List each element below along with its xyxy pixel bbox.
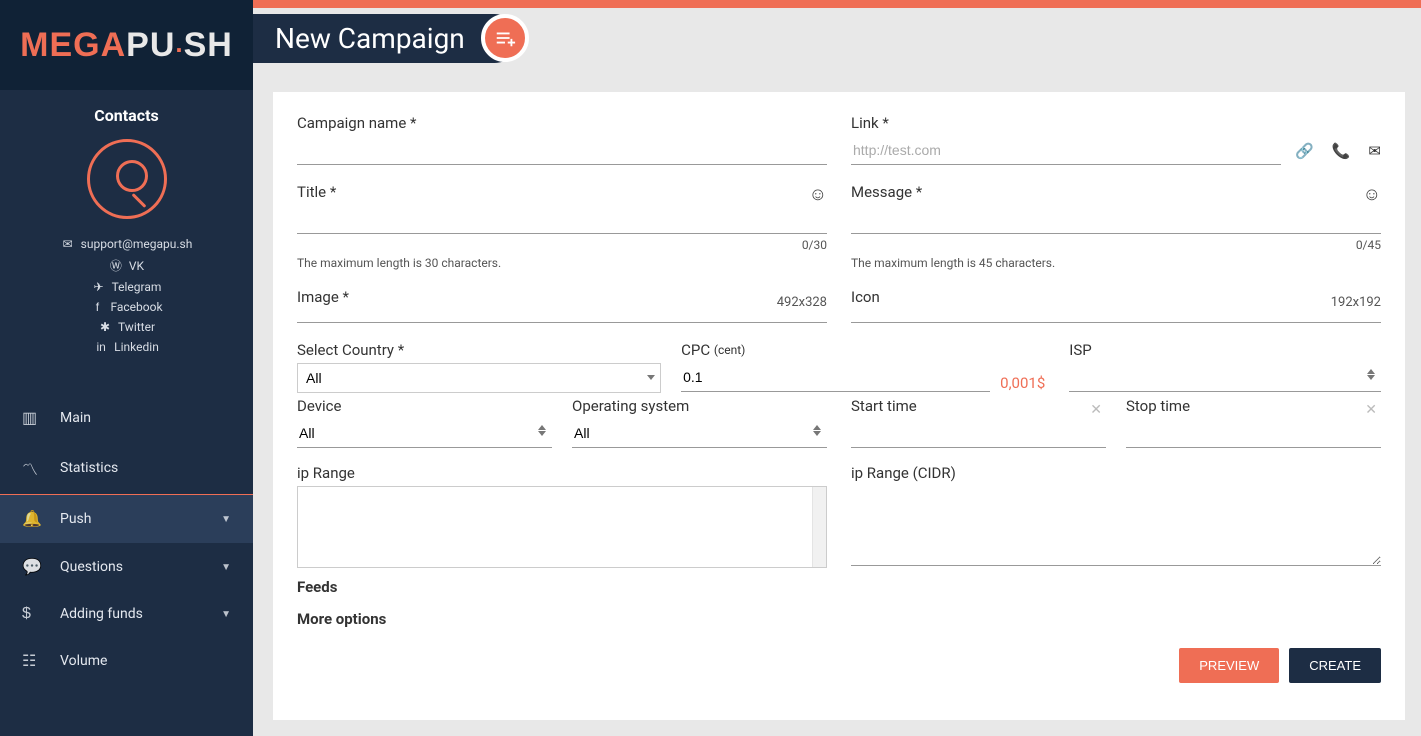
ip-range-cidr-label: ip Range (CIDR) — [851, 464, 1381, 482]
feeds-heading[interactable]: Feeds — [297, 578, 1381, 596]
page-header: New Campaign — [253, 8, 1421, 68]
avatar-icon — [87, 139, 167, 219]
chevron-down-icon: ▼ — [221, 562, 231, 573]
image-dim: 492x328 — [777, 295, 827, 310]
telegram-icon: ✈ — [92, 280, 106, 294]
country-select[interactable]: All — [297, 363, 661, 393]
contact-facebook[interactable]: f Facebook — [10, 300, 243, 314]
contacts-block: Contacts ✉ support@megapu.sh Ⓦ VK ✈ Tele… — [0, 90, 253, 384]
country-label: Select Country * — [297, 341, 661, 359]
bar-chart-icon: ▥ — [22, 408, 44, 428]
stop-time-input[interactable] — [1126, 419, 1381, 448]
smile-icon[interactable]: ☺ — [809, 184, 827, 205]
top-accent-bar — [253, 0, 1421, 8]
nav-statistics[interactable]: 〽 Statistics — [0, 442, 253, 494]
title-help: The maximum length is 30 characters. — [297, 256, 827, 270]
ip-range-textarea[interactable] — [298, 487, 812, 567]
ip-range-label: ip Range — [297, 464, 827, 482]
chevron-down-icon: ▼ — [221, 514, 231, 525]
device-label: Device — [297, 397, 552, 415]
nav-questions[interactable]: 💬 Questions ▼ — [0, 543, 253, 591]
icon-label: Icon — [851, 288, 880, 306]
trend-icon: 〽 — [22, 456, 44, 480]
nav-volume[interactable]: ☷ Volume — [0, 637, 253, 685]
start-time-label: Start time — [851, 397, 1106, 415]
message-label: Message * — [851, 183, 922, 201]
scrollbar[interactable] — [812, 487, 826, 567]
campaign-name-input[interactable] — [297, 136, 827, 165]
contact-vk[interactable]: Ⓦ VK — [10, 257, 243, 274]
message-help: The maximum length is 45 characters. — [851, 256, 1381, 270]
cpc-label: CPC (cent) — [681, 341, 1045, 359]
nav-main[interactable]: ▥ Main — [0, 394, 253, 442]
main: New Campaign Campaign name * Link * — [253, 0, 1421, 736]
link-input[interactable] — [851, 136, 1281, 165]
vk-icon: Ⓦ — [109, 257, 123, 274]
form-card: Campaign name * Link * 🔗 📞 ✉ — [273, 92, 1405, 720]
device-select[interactable]: All — [297, 419, 552, 448]
mail-icon: ✉ — [61, 237, 75, 251]
chevron-down-icon: ▼ — [221, 609, 231, 620]
contact-twitter[interactable]: ✱ Twitter — [10, 320, 243, 334]
dollar-icon: $ — [22, 605, 44, 623]
phone-icon[interactable]: 📞 — [1332, 142, 1351, 160]
logo[interactable]: MEGAPU.SH — [0, 0, 253, 90]
contact-linkedin[interactable]: in Linkedin — [10, 340, 243, 354]
icon-dim: 192x192 — [1331, 295, 1381, 310]
isp-select[interactable] — [1069, 363, 1381, 392]
bell-icon: 🔔 — [22, 509, 44, 529]
nav-push[interactable]: 🔔 Push ▼ — [0, 494, 253, 543]
logo-sh: SH — [184, 26, 233, 64]
os-label: Operating system — [572, 397, 827, 415]
message-input[interactable] — [851, 205, 1381, 234]
new-campaign-icon — [481, 14, 529, 62]
message-counter: 0/45 — [851, 238, 1381, 252]
chat-icon: 💬 — [22, 557, 44, 577]
nav-adding-funds[interactable]: $ Adding funds ▼ — [0, 591, 253, 637]
sidebar: MEGAPU.SH Contacts ✉ support@megapu.sh Ⓦ… — [0, 0, 253, 736]
envelope-icon[interactable]: ✉ — [1368, 142, 1381, 160]
stop-time-label: Stop time — [1126, 397, 1381, 415]
preview-button[interactable]: PREVIEW — [1179, 648, 1279, 683]
contacts-title: Contacts — [10, 106, 243, 125]
clear-start-icon[interactable]: ✕ — [1090, 401, 1102, 418]
create-button[interactable]: CREATE — [1289, 648, 1381, 683]
icon-upload[interactable] — [851, 310, 1381, 323]
image-upload[interactable] — [297, 310, 827, 323]
smile-icon[interactable]: ☺ — [1363, 184, 1381, 205]
contact-telegram[interactable]: ✈ Telegram — [10, 280, 243, 294]
linkedin-icon: in — [94, 340, 108, 354]
ip-range-cidr-textarea[interactable] — [851, 486, 1381, 566]
cpc-floor: 0,001$ — [1000, 374, 1045, 392]
more-options-heading[interactable]: More options — [297, 610, 1381, 628]
logo-dot: . — [175, 28, 183, 58]
title-counter: 0/30 — [297, 238, 827, 252]
start-time-input[interactable] — [851, 419, 1106, 448]
clear-stop-icon[interactable]: ✕ — [1365, 401, 1377, 418]
facebook-icon: f — [90, 300, 104, 314]
link-label: Link * — [851, 114, 889, 132]
campaign-name-label: Campaign name * — [297, 114, 827, 132]
twitter-icon: ✱ — [98, 320, 112, 334]
title-label: Title * — [297, 183, 336, 201]
image-label: Image * — [297, 288, 349, 306]
page-title: New Campaign — [275, 22, 465, 55]
link-icon[interactable]: 🔗 — [1295, 142, 1314, 160]
logo-mega: MEGA — [20, 26, 126, 64]
os-select[interactable]: All — [572, 419, 827, 448]
cpc-input[interactable] — [681, 363, 990, 392]
contact-email[interactable]: ✉ support@megapu.sh — [10, 237, 243, 251]
title-input[interactable] — [297, 205, 827, 234]
logo-pu: PU — [126, 26, 175, 64]
nav: ▥ Main 〽 Statistics 🔔 Push ▼ 💬 Questions… — [0, 394, 253, 685]
columns-icon: ☷ — [22, 651, 44, 671]
isp-label: ISP — [1069, 341, 1381, 359]
